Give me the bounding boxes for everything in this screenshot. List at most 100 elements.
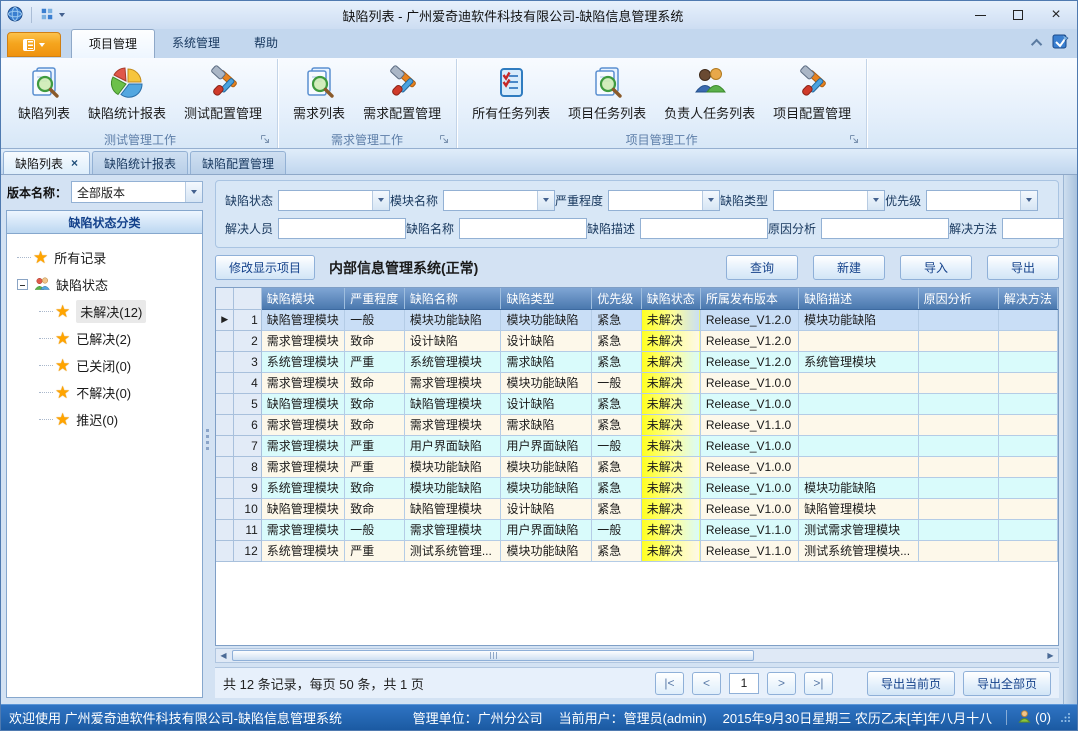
tree-item-缺陷状态[interactable]: 缺陷状态 <box>13 271 198 298</box>
table-row[interactable]: 4需求管理模块致命需求管理模块模块功能缺陷一般未解决Release_V1.0.0 <box>216 372 1058 393</box>
action-button-导入[interactable]: 导入 <box>900 255 972 280</box>
tree-item-未解决(12)[interactable]: ★未解决(12) <box>13 298 198 325</box>
skin-icon[interactable] <box>1052 33 1069 53</box>
cell-解决方法 <box>998 498 1057 519</box>
document-tab-缺陷列表[interactable]: 缺陷列表× <box>3 151 90 174</box>
application-menu-button[interactable] <box>7 32 61 57</box>
column-header-解决方法[interactable]: 解决方法 <box>998 288 1057 309</box>
dialog-launcher-icon[interactable] <box>849 134 860 145</box>
column-header-缺陷名称[interactable]: 缺陷名称 <box>404 288 501 309</box>
column-header-缺陷模块[interactable]: 缺陷模块 <box>261 288 345 309</box>
table-row[interactable]: 6需求管理模块致命需求管理模块需求缺陷紧急未解决Release_V1.1.0 <box>216 414 1058 435</box>
version-select[interactable]: 全部版本 <box>71 181 203 203</box>
filter-input-缺陷描述[interactable] <box>640 218 768 239</box>
scrollbar-thumb[interactable] <box>232 650 754 661</box>
filter-select-缺陷状态[interactable] <box>278 190 390 211</box>
splitter-handle[interactable] <box>203 175 212 704</box>
column-header-严重程度[interactable]: 严重程度 <box>345 288 405 309</box>
ribbon-button-项目配置管理[interactable]: 项目配置管理 <box>765 62 859 124</box>
next-page-button[interactable]: > <box>767 672 796 695</box>
table-row[interactable]: 8需求管理模块严重模块功能缺陷模块功能缺陷紧急未解决Release_V1.0.0 <box>216 456 1058 477</box>
column-header-缺陷类型[interactable]: 缺陷类型 <box>501 288 592 309</box>
ribbon-button-负责人任务列表[interactable]: 负责人任务列表 <box>656 62 763 124</box>
ribbon-button-label: 项目任务列表 <box>568 103 646 122</box>
scroll-left-icon[interactable]: ◀ <box>216 649 231 662</box>
tree-expander-icon[interactable] <box>17 279 28 290</box>
filter-select-模块名称[interactable] <box>443 190 555 211</box>
ribbon-tab-系统管理[interactable]: 系统管理 <box>155 29 237 58</box>
cell-缺陷状态: 未解决 <box>641 393 700 414</box>
dropdown-button[interactable] <box>537 191 554 210</box>
dropdown-button[interactable] <box>702 191 719 210</box>
cell-原因分析 <box>918 477 998 498</box>
table-row[interactable]: 10缺陷管理模块致命缺陷管理模块设计缺陷紧急未解决Release_V1.0.0缺… <box>216 498 1058 519</box>
ribbon-button-项目任务列表[interactable]: 项目任务列表 <box>560 62 654 124</box>
minimize-button[interactable] <box>961 2 999 28</box>
prev-page-button[interactable]: < <box>692 672 721 695</box>
table-row[interactable]: 9系统管理模块致命模块功能缺陷模块功能缺陷紧急未解决Release_V1.0.0… <box>216 477 1058 498</box>
column-header-缺陷状态[interactable]: 缺陷状态 <box>641 288 700 309</box>
tree-item-不解决(0)[interactable]: ★不解决(0) <box>13 379 198 406</box>
ribbon-button-所有任务列表[interactable]: 所有任务列表 <box>464 62 558 124</box>
export-all-pages-button[interactable]: 导出全部页 <box>963 671 1051 696</box>
layout-grid-icon[interactable] <box>40 7 54 24</box>
table-row[interactable]: ▶1缺陷管理模块一般模块功能缺陷模块功能缺陷紧急未解决Release_V1.2.… <box>216 309 1058 330</box>
filter-input-解决人员[interactable] <box>278 218 406 239</box>
resize-grip-icon[interactable] <box>1061 710 1071 725</box>
dropdown-button[interactable] <box>867 191 884 210</box>
ribbon-button-需求列表[interactable]: 需求列表 <box>285 62 353 124</box>
table-row[interactable]: 3系统管理模块严重系统管理模块需求缺陷紧急未解决Release_V1.2.0系统… <box>216 351 1058 372</box>
filter-select-缺陷类型[interactable] <box>773 190 885 211</box>
dropdown-button[interactable] <box>1020 191 1037 210</box>
tree-item-所有记录[interactable]: ★所有记录 <box>13 244 198 271</box>
maximize-button[interactable] <box>999 2 1037 28</box>
table-row[interactable]: 7需求管理模块严重用户界面缺陷用户界面缺陷一般未解决Release_V1.0.0 <box>216 435 1058 456</box>
table-row[interactable]: 11需求管理模块一般需求管理模块用户界面缺陷一般未解决Release_V1.1.… <box>216 519 1058 540</box>
ribbon-button-缺陷统计报表[interactable]: 缺陷统计报表 <box>80 62 174 124</box>
filter-select-严重程度[interactable] <box>608 190 720 211</box>
tab-close-icon[interactable]: × <box>71 157 78 169</box>
table-row[interactable]: 12系统管理模块严重测试系统管理...模块功能缺陷紧急未解决Release_V1… <box>216 540 1058 561</box>
ribbon-button-缺陷列表[interactable]: 缺陷列表 <box>10 62 78 124</box>
ribbon-button-测试配置管理[interactable]: 测试配置管理 <box>176 62 270 124</box>
dialog-launcher-icon[interactable] <box>439 134 450 145</box>
ribbon-tab-帮助[interactable]: 帮助 <box>237 29 295 58</box>
ribbon-button-需求配置管理[interactable]: 需求配置管理 <box>355 62 449 124</box>
online-user-icon[interactable] <box>1017 709 1032 727</box>
close-button[interactable]: × <box>1037 2 1075 28</box>
dropdown-button[interactable] <box>372 191 389 210</box>
page-number-input[interactable]: 1 <box>729 673 759 694</box>
modify-columns-button[interactable]: 修改显示项目 <box>215 255 315 280</box>
table-row[interactable]: 2需求管理模块致命设计缺陷设计缺陷紧急未解决Release_V1.2.0 <box>216 330 1058 351</box>
tree-item-推迟(0)[interactable]: ★推迟(0) <box>13 406 198 433</box>
vertical-scrollbar[interactable] <box>1063 175 1077 704</box>
tree-item-已关闭(0)[interactable]: ★已关闭(0) <box>13 352 198 379</box>
scroll-right-icon[interactable]: ▶ <box>1043 649 1058 662</box>
column-header-缺陷描述[interactable]: 缺陷描述 <box>799 288 919 309</box>
filter-select-优先级[interactable] <box>926 190 1038 211</box>
action-button-导出[interactable]: 导出 <box>987 255 1059 280</box>
dialog-launcher-icon[interactable] <box>260 134 271 145</box>
tree-item-已解决(2)[interactable]: ★已解决(2) <box>13 325 198 352</box>
filter-input-原因分析[interactable] <box>821 218 949 239</box>
cell-严重程度: 严重 <box>345 540 405 561</box>
cell-缺陷描述 <box>799 330 919 351</box>
column-header-优先级[interactable]: 优先级 <box>592 288 642 309</box>
horizontal-scrollbar[interactable]: ◀ ▶ <box>215 648 1059 663</box>
last-page-button[interactable]: >| <box>804 672 833 695</box>
ribbon-tab-项目管理[interactable]: 项目管理 <box>71 29 155 58</box>
cell-解决方法 <box>998 477 1057 498</box>
row-indicator-cell: ▶ <box>216 309 234 330</box>
column-header-原因分析[interactable]: 原因分析 <box>918 288 998 309</box>
first-page-button[interactable]: |< <box>655 672 684 695</box>
filter-input-缺陷名称[interactable] <box>459 218 587 239</box>
dropdown-button[interactable] <box>185 182 202 202</box>
action-button-查询[interactable]: 查询 <box>726 255 798 280</box>
ribbon-collapse-icon[interactable] <box>1031 39 1042 50</box>
document-tab-缺陷统计报表[interactable]: 缺陷统计报表 <box>92 151 188 174</box>
table-row[interactable]: 5缺陷管理模块致命缺陷管理模块设计缺陷紧急未解决Release_V1.0.0 <box>216 393 1058 414</box>
column-header-所属发布版本[interactable]: 所属发布版本 <box>700 288 798 309</box>
document-tab-缺陷配置管理[interactable]: 缺陷配置管理 <box>190 151 286 174</box>
action-button-新建[interactable]: 新建 <box>813 255 885 280</box>
export-current-page-button[interactable]: 导出当前页 <box>867 671 955 696</box>
